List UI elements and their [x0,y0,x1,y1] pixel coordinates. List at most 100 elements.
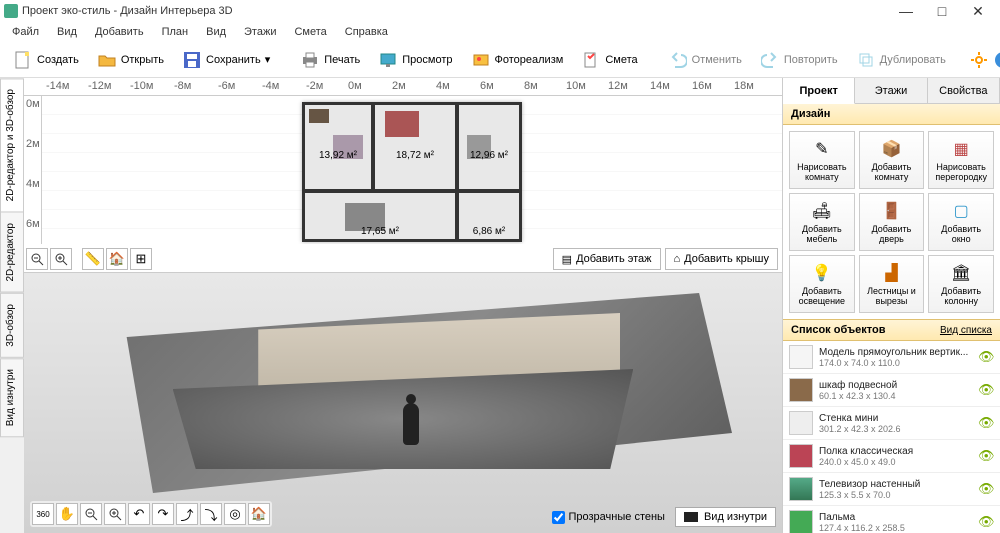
avatar-figure [403,403,419,445]
add-door-button[interactable]: 🚪Добавить дверь [859,193,925,251]
menu-help[interactable]: Справка [337,24,396,40]
view-3d[interactable]: 360 ✋ ↶ ↷ ⤴ ⤵ ◎ 🏠 Прозрачные стены Вид и… [24,273,782,533]
inside-view-button[interactable]: Вид изнутри [675,507,776,527]
grid-button[interactable]: ⊞ [130,248,152,270]
maximize-button[interactable]: □ [924,0,960,22]
list-item[interactable]: Стенка мини301.2 x 42.3 x 202.6👁 [783,407,1000,440]
orbit-360-button[interactable]: 360 [32,503,54,525]
door-icon: 🚪 [880,200,902,222]
dropdown-icon: ▾ [265,53,271,66]
tab-2d-3d[interactable]: 2D-редактор и 3D-обзор [0,78,24,212]
pencil-icon: ✎ [811,138,833,160]
list-item[interactable]: Модель прямоугольник вертик...174.0 x 74… [783,341,1000,374]
view-2d[interactable]: -14м -12м -10м -8м -6м -4м -2м 0м 2м 4м … [24,78,782,273]
menu-view2[interactable]: Вид [198,24,234,40]
tab-3d[interactable]: 3D-обзор [0,293,24,358]
tilt-up-button[interactable]: ⤴ [176,503,198,525]
duplicate-button[interactable]: Дублировать [849,45,953,75]
add-room-button[interactable]: 📦Добавить комнату [859,131,925,189]
rotate-right-button[interactable]: ↷ [152,503,174,525]
zoom-out-3d-button[interactable] [80,503,102,525]
tab-2d[interactable]: 2D-редактор [0,212,24,293]
minimize-button[interactable]: — [888,0,924,22]
menu-plan[interactable]: План [154,24,197,40]
app-icon [4,4,18,18]
add-window-button[interactable]: ▢Добавить окно [928,193,994,251]
visibility-icon[interactable]: 👁 [978,481,994,497]
list-item[interactable]: Пальма127.4 x 116.2 x 258.5👁 [783,506,1000,533]
zoom-in-button[interactable] [50,248,72,270]
list-item[interactable]: шкаф подвесной60.1 x 42.3 x 130.4👁 [783,374,1000,407]
save-icon [182,50,202,70]
preview-button[interactable]: Просмотр [371,45,459,75]
estimate-icon [581,50,601,70]
help-button[interactable]: ? [993,50,1000,70]
menubar: Файл Вид Добавить План Вид Этажи Смета С… [0,22,1000,42]
list-view-link[interactable]: Вид списка [940,325,992,336]
visibility-icon[interactable]: 👁 [978,382,994,398]
home-3d-button[interactable]: 🏠 [248,503,270,525]
menu-floors[interactable]: Этажи [236,24,284,40]
floor-plan[interactable]: 13,92 м² 18,72 м² 12,96 м² 17,65 м² 6,86… [302,102,522,242]
home-button[interactable]: 🏠 [106,248,128,270]
menu-file[interactable]: Файл [4,24,47,40]
cube-icon: 📦 [880,138,902,160]
window-title: Проект эко-стиль - Дизайн Интерьера 3D [22,5,888,17]
visibility-icon[interactable]: 👁 [978,415,994,431]
list-item[interactable]: Телевизор настенный125.3 x 5.5 x 70.0👁 [783,473,1000,506]
duplicate-icon [856,50,876,70]
printer-icon [300,50,320,70]
tab-inside[interactable]: Вид изнутри [0,358,24,437]
list-item[interactable]: Полка классическая240.0 x 45.0 x 49.0👁 [783,440,1000,473]
menu-add[interactable]: Добавить [87,24,152,40]
zoom-out-button[interactable] [26,248,48,270]
monitor-icon [378,50,398,70]
menu-estimate[interactable]: Смета [286,24,334,40]
estimate-button[interactable]: Смета [574,45,644,75]
ruler-button[interactable]: 📏 [82,248,104,270]
right-panel: Проект Этажи Свойства Дизайн ✎Нарисовать… [782,78,1000,533]
redo-button[interactable]: Повторить [753,45,845,75]
draw-room-button[interactable]: ✎Нарисовать комнату [789,131,855,189]
visibility-icon[interactable]: 👁 [978,514,994,530]
add-floor-button[interactable]: ▤Добавить этаж [553,248,661,270]
folder-open-icon [97,50,117,70]
pan-button[interactable]: ✋ [56,503,78,525]
tab-properties[interactable]: Свойства [928,78,1000,103]
add-furniture-button[interactable]: 🛋Добавить мебель [789,193,855,251]
zoom-in-3d-button[interactable] [104,503,126,525]
photorealism-button[interactable]: Фотореализм [464,45,571,75]
draw-partition-button[interactable]: ▦Нарисовать перегородку [928,131,994,189]
visibility-icon[interactable]: 👁 [978,448,994,464]
add-roof-button[interactable]: ⌂Добавить крышу [665,248,779,270]
add-column-button[interactable]: 🏛Добавить колонну [928,255,994,313]
toolbar: Создать Открыть Сохранить ▾ Печать Просм… [0,42,1000,78]
roof-icon: ⌂ [674,253,681,265]
redo-icon [760,50,780,70]
transparent-walls-checkbox[interactable]: Прозрачные стены [552,511,665,524]
open-button[interactable]: Открыть [90,45,171,75]
rotate-left-button[interactable]: ↶ [128,503,150,525]
visibility-icon[interactable]: 👁 [978,349,994,365]
create-button[interactable]: Создать [6,45,86,75]
undo-button[interactable]: Отменить [661,45,749,75]
ruler-vertical: 0м 2м 4м 6м [24,96,42,244]
stairs-button[interactable]: ▟Лестницы и вырезы [859,255,925,313]
bulb-icon: 💡 [811,262,833,284]
menu-view[interactable]: Вид [49,24,85,40]
tab-floors[interactable]: Этажи [855,78,927,103]
reset-view-button[interactable]: ◎ [224,503,246,525]
add-lighting-button[interactable]: 💡Добавить освещение [789,255,855,313]
settings-button[interactable] [969,50,989,70]
tilt-down-button[interactable]: ⤵ [200,503,222,525]
save-button[interactable]: Сохранить ▾ [175,45,277,75]
photo-icon [471,50,491,70]
stairs-icon: ▟ [880,262,902,284]
close-button[interactable]: ✕ [960,0,996,22]
titlebar: Проект эко-стиль - Дизайн Интерьера 3D —… [0,0,1000,22]
object-list[interactable]: Модель прямоугольник вертик...174.0 x 74… [783,341,1000,533]
wall-icon: ▦ [950,138,972,160]
new-file-icon [13,50,33,70]
print-button[interactable]: Печать [293,45,367,75]
tab-project[interactable]: Проект [783,78,855,104]
